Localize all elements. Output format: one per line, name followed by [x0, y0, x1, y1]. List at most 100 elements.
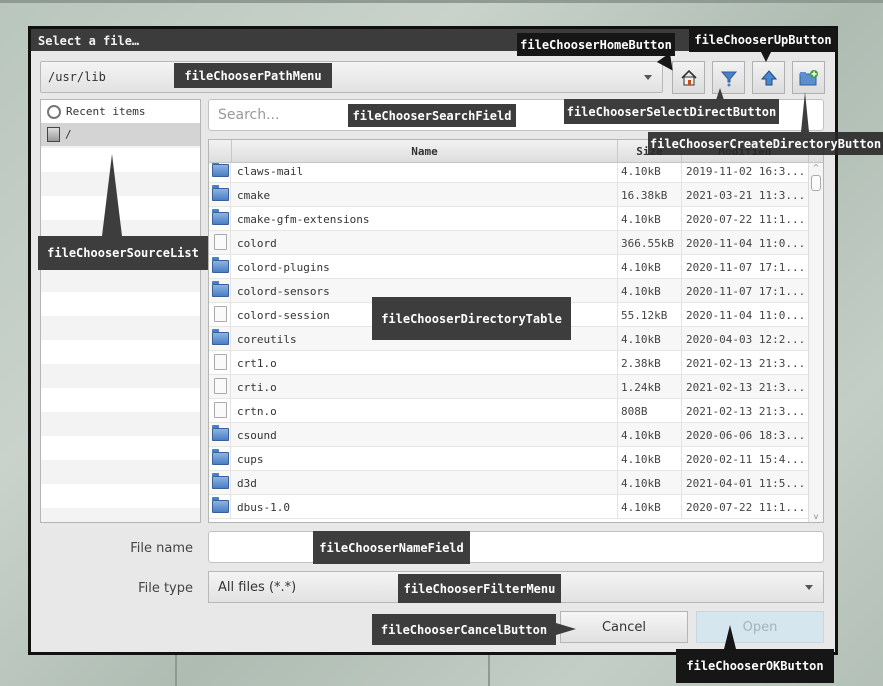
modified-cell: 2021-02-13 21:3...	[682, 399, 809, 423]
path-menu[interactable]: /usr/lib	[40, 61, 663, 93]
modified-cell: 2020-07-22 11:1...	[682, 207, 809, 231]
table-row[interactable]: cmake 16.38kB 2021-03-21 11:3...	[209, 183, 809, 207]
folder-icon	[212, 473, 229, 489]
annotation-pointer	[556, 623, 576, 635]
icon-cell	[209, 351, 231, 375]
file-icon	[214, 378, 227, 394]
modified-cell: 2020-04-03 12:2...	[682, 327, 809, 351]
folder-icon	[212, 425, 229, 441]
annotation-path-menu: fileChooserPathMenu	[174, 63, 332, 88]
modified-cell: 2020-11-07 17:1...	[682, 279, 809, 303]
icon-cell	[209, 231, 231, 255]
annotation-pointer	[102, 154, 122, 236]
table-row[interactable]: colord 366.55kB 2020-11-04 11:0...	[209, 231, 809, 255]
icon-cell	[209, 207, 231, 231]
vertical-scrollbar[interactable]: ^ v	[808, 163, 823, 522]
icon-column-header	[209, 140, 232, 163]
size-cell: 366.55kB	[618, 231, 682, 255]
annotation-cancel-button: fileChooserCancelButton	[372, 614, 556, 645]
new-folder-icon	[799, 69, 818, 85]
annotation-home-button: fileChooserHomeButton	[517, 33, 675, 56]
scrollbar-thumb[interactable]	[811, 175, 821, 191]
modified-cell: 2021-03-21 11:3...	[682, 183, 809, 207]
annotation-filter-menu: fileChooserFilterMenu	[398, 574, 561, 603]
modified-cell: 2020-07-22 11:1...	[682, 495, 809, 519]
size-cell: 4.10kB	[618, 327, 682, 351]
up-arrow-icon	[760, 69, 777, 85]
modified-cell: 2020-11-04 11:0...	[682, 231, 809, 255]
scroll-down-icon[interactable]: v	[809, 512, 823, 521]
table-row[interactable]: crt1.o 2.38kB 2021-02-13 21:3...	[209, 351, 809, 375]
size-cell: 4.10kB	[618, 495, 682, 519]
name-cell: csound	[232, 423, 618, 447]
annotation-up-button: fileChooserUpButton	[689, 28, 837, 52]
scroll-up-icon[interactable]: ^	[809, 163, 823, 172]
background-tile-line	[0, 0, 883, 3]
size-cell: 4.10kB	[618, 279, 682, 303]
annotation-pointer	[716, 88, 724, 100]
source-item-recent[interactable]: Recent items	[41, 100, 200, 123]
table-row[interactable]: crti.o 1.24kB 2021-02-13 21:3...	[209, 375, 809, 399]
name-cell: cups	[232, 447, 618, 471]
table-row[interactable]: csound 4.10kB 2020-06-06 18:3...	[209, 423, 809, 447]
chevron-down-icon	[644, 75, 652, 80]
file-type-label: File type	[138, 581, 193, 596]
name-cell: crt1.o	[232, 351, 618, 375]
file-type-value: All files (*.*)	[218, 580, 297, 595]
table-row[interactable]: d3d 4.10kB 2021-04-01 11:5...	[209, 471, 809, 495]
size-cell: 808B	[618, 399, 682, 423]
open-button[interactable]: Open	[696, 611, 824, 643]
table-row[interactable]: cmake-gfm-extensions 4.10kB 2020-07-22 11:…	[209, 207, 809, 231]
size-cell: 1.24kB	[618, 375, 682, 399]
name-cell: cmake-gfm-extensions	[232, 207, 618, 231]
modified-cell: 2021-02-13 21:3...	[682, 351, 809, 375]
folder-icon	[212, 185, 229, 201]
table-row[interactable]: crtn.o 808B 2021-02-13 21:3...	[209, 399, 809, 423]
name-cell: dbus-1.0	[232, 495, 618, 519]
table-row[interactable]: colord-plugins 4.10kB 2020-11-07 17:1...	[209, 255, 809, 279]
modified-cell: 2020-02-11 15:4...	[682, 447, 809, 471]
modified-cell: 2021-02-13 21:3...	[682, 375, 809, 399]
source-item-label: /	[65, 128, 72, 141]
chevron-down-icon	[805, 585, 813, 590]
file-icon	[214, 402, 227, 418]
modified-cell: 2020-11-07 17:1...	[682, 255, 809, 279]
name-cell: d3d	[232, 471, 618, 495]
icon-cell	[209, 495, 231, 519]
file-name-label: File name	[130, 541, 193, 556]
table-row[interactable]: cups 4.10kB 2020-02-11 15:4...	[209, 447, 809, 471]
name-cell: cmake	[232, 183, 618, 207]
annotation-ok-button: fileChooserOKButton	[676, 649, 834, 683]
filter-funnel-icon	[720, 71, 737, 86]
folder-icon	[212, 257, 229, 273]
name-cell: crtn.o	[232, 399, 618, 423]
home-icon	[680, 69, 697, 85]
icon-cell	[209, 375, 231, 399]
source-item-root[interactable]: /	[41, 123, 200, 146]
file-icon	[214, 306, 227, 322]
icon-cell	[209, 423, 231, 447]
create-directory-button[interactable]	[792, 61, 825, 94]
column-header-name[interactable]: Name	[232, 140, 618, 163]
folder-icon	[212, 281, 229, 297]
background-tile-line	[488, 654, 490, 686]
clock-icon	[47, 104, 61, 119]
size-cell: 4.10kB	[618, 471, 682, 495]
annotation-directory-table: fileChooserDirectoryTable	[372, 297, 571, 340]
folder-icon	[212, 497, 229, 513]
cancel-button[interactable]: Cancel	[560, 611, 688, 643]
folder-icon	[212, 209, 229, 225]
annotation-create-directory-button: fileChooserCreateDirectoryButton	[648, 132, 883, 155]
folder-icon	[212, 161, 229, 177]
name-cell: colord-plugins	[232, 255, 618, 279]
icon-cell	[209, 399, 231, 423]
file-name-input[interactable]	[208, 531, 824, 563]
table-row[interactable]: dbus-1.0 4.10kB 2020-07-22 11:1...	[209, 495, 809, 519]
icon-cell	[209, 327, 231, 351]
annotation-pointer	[801, 92, 809, 132]
icon-cell	[209, 183, 231, 207]
size-cell: 16.38kB	[618, 183, 682, 207]
up-button[interactable]	[752, 61, 785, 94]
icon-cell	[209, 303, 231, 327]
annotation-select-direct-button: fileChooserSelectDirectButton	[564, 99, 779, 124]
